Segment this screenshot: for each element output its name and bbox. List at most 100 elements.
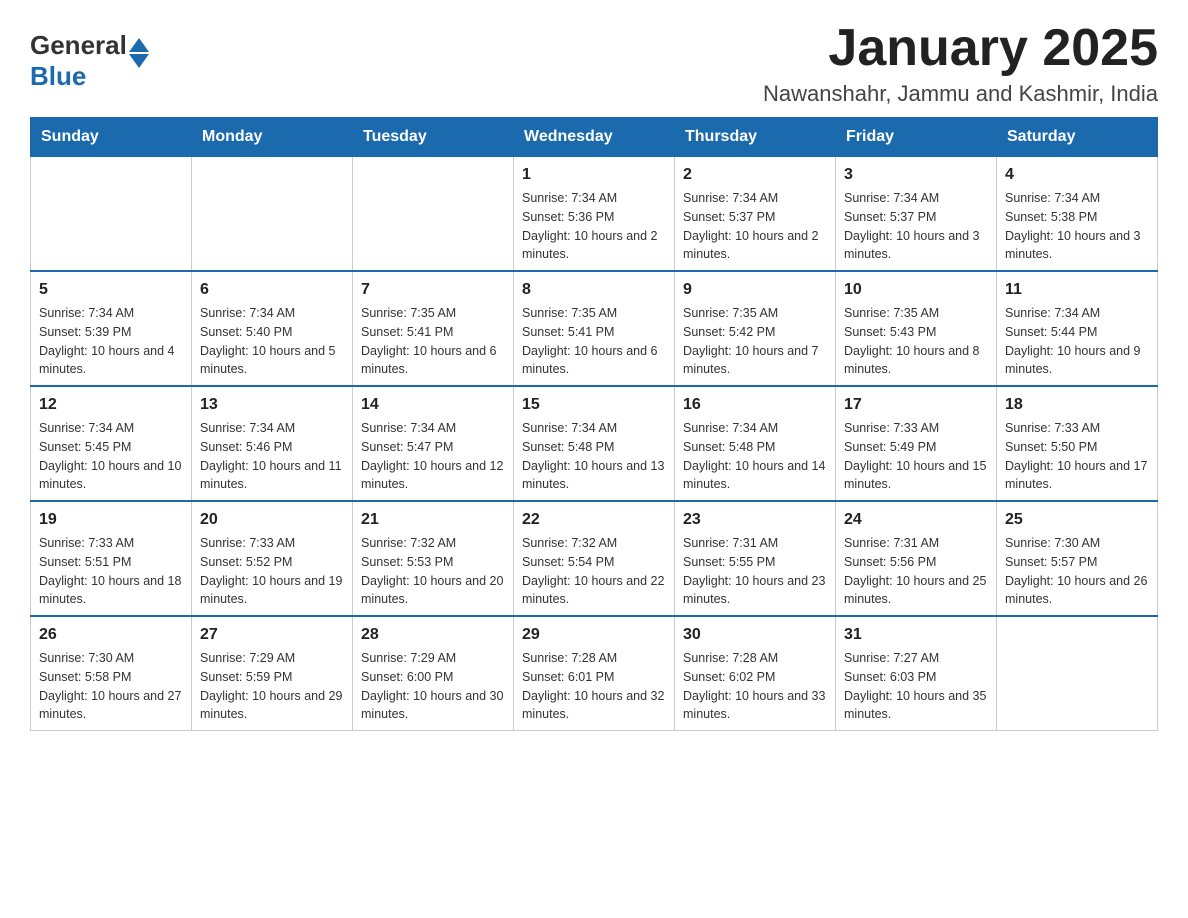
day-info: Sunrise: 7:33 AMSunset: 5:49 PMDaylight:… <box>844 419 988 494</box>
day-number: 15 <box>522 393 666 417</box>
calendar-cell: 19Sunrise: 7:33 AMSunset: 5:51 PMDayligh… <box>31 501 192 616</box>
calendar-cell: 25Sunrise: 7:30 AMSunset: 5:57 PMDayligh… <box>997 501 1158 616</box>
day-info: Sunrise: 7:34 AMSunset: 5:46 PMDaylight:… <box>200 419 344 494</box>
day-info: Sunrise: 7:34 AMSunset: 5:39 PMDaylight:… <box>39 304 183 379</box>
day-number: 18 <box>1005 393 1149 417</box>
calendar-week-row: 19Sunrise: 7:33 AMSunset: 5:51 PMDayligh… <box>31 501 1158 616</box>
calendar-cell <box>353 157 514 272</box>
calendar-cell: 15Sunrise: 7:34 AMSunset: 5:48 PMDayligh… <box>514 386 675 501</box>
day-number: 25 <box>1005 508 1149 532</box>
day-info: Sunrise: 7:34 AMSunset: 5:36 PMDaylight:… <box>522 189 666 264</box>
day-number: 14 <box>361 393 505 417</box>
day-number: 10 <box>844 278 988 302</box>
day-number: 1 <box>522 163 666 187</box>
day-info: Sunrise: 7:34 AMSunset: 5:37 PMDaylight:… <box>844 189 988 264</box>
day-number: 13 <box>200 393 344 417</box>
calendar-cell: 31Sunrise: 7:27 AMSunset: 6:03 PMDayligh… <box>836 616 997 731</box>
calendar-cell: 21Sunrise: 7:32 AMSunset: 5:53 PMDayligh… <box>353 501 514 616</box>
calendar-cell <box>997 616 1158 731</box>
day-info: Sunrise: 7:28 AMSunset: 6:02 PMDaylight:… <box>683 649 827 724</box>
day-of-week-header: Sunday <box>31 118 192 157</box>
day-number: 30 <box>683 623 827 647</box>
day-number: 19 <box>39 508 183 532</box>
calendar-cell: 6Sunrise: 7:34 AMSunset: 5:40 PMDaylight… <box>192 271 353 386</box>
calendar-cell: 29Sunrise: 7:28 AMSunset: 6:01 PMDayligh… <box>514 616 675 731</box>
calendar-cell: 24Sunrise: 7:31 AMSunset: 5:56 PMDayligh… <box>836 501 997 616</box>
day-number: 8 <box>522 278 666 302</box>
day-number: 7 <box>361 278 505 302</box>
day-number: 16 <box>683 393 827 417</box>
day-number: 31 <box>844 623 988 647</box>
day-of-week-header: Friday <box>836 118 997 157</box>
calendar-cell: 10Sunrise: 7:35 AMSunset: 5:43 PMDayligh… <box>836 271 997 386</box>
calendar-week-row: 5Sunrise: 7:34 AMSunset: 5:39 PMDaylight… <box>31 271 1158 386</box>
day-number: 26 <box>39 623 183 647</box>
calendar-cell: 3Sunrise: 7:34 AMSunset: 5:37 PMDaylight… <box>836 157 997 272</box>
day-info: Sunrise: 7:30 AMSunset: 5:57 PMDaylight:… <box>1005 534 1149 609</box>
day-info: Sunrise: 7:34 AMSunset: 5:48 PMDaylight:… <box>522 419 666 494</box>
calendar-cell <box>31 157 192 272</box>
day-info: Sunrise: 7:32 AMSunset: 5:54 PMDaylight:… <box>522 534 666 609</box>
calendar-cell: 13Sunrise: 7:34 AMSunset: 5:46 PMDayligh… <box>192 386 353 501</box>
calendar-cell: 9Sunrise: 7:35 AMSunset: 5:42 PMDaylight… <box>675 271 836 386</box>
calendar-cell: 14Sunrise: 7:34 AMSunset: 5:47 PMDayligh… <box>353 386 514 501</box>
day-info: Sunrise: 7:27 AMSunset: 6:03 PMDaylight:… <box>844 649 988 724</box>
day-of-week-header: Monday <box>192 118 353 157</box>
calendar-header-row: SundayMondayTuesdayWednesdayThursdayFrid… <box>31 118 1158 157</box>
day-number: 24 <box>844 508 988 532</box>
calendar-cell: 4Sunrise: 7:34 AMSunset: 5:38 PMDaylight… <box>997 157 1158 272</box>
day-number: 3 <box>844 163 988 187</box>
calendar-cell: 30Sunrise: 7:28 AMSunset: 6:02 PMDayligh… <box>675 616 836 731</box>
day-info: Sunrise: 7:30 AMSunset: 5:58 PMDaylight:… <box>39 649 183 724</box>
calendar-cell: 11Sunrise: 7:34 AMSunset: 5:44 PMDayligh… <box>997 271 1158 386</box>
calendar-cell: 22Sunrise: 7:32 AMSunset: 5:54 PMDayligh… <box>514 501 675 616</box>
logo-triangle-down-icon <box>129 54 149 68</box>
day-info: Sunrise: 7:35 AMSunset: 5:42 PMDaylight:… <box>683 304 827 379</box>
day-info: Sunrise: 7:33 AMSunset: 5:51 PMDaylight:… <box>39 534 183 609</box>
calendar-cell: 20Sunrise: 7:33 AMSunset: 5:52 PMDayligh… <box>192 501 353 616</box>
day-info: Sunrise: 7:33 AMSunset: 5:52 PMDaylight:… <box>200 534 344 609</box>
day-number: 9 <box>683 278 827 302</box>
day-info: Sunrise: 7:35 AMSunset: 5:41 PMDaylight:… <box>361 304 505 379</box>
day-number: 5 <box>39 278 183 302</box>
calendar-cell: 28Sunrise: 7:29 AMSunset: 6:00 PMDayligh… <box>353 616 514 731</box>
day-of-week-header: Wednesday <box>514 118 675 157</box>
calendar-cell: 17Sunrise: 7:33 AMSunset: 5:49 PMDayligh… <box>836 386 997 501</box>
calendar-cell: 12Sunrise: 7:34 AMSunset: 5:45 PMDayligh… <box>31 386 192 501</box>
calendar-cell: 5Sunrise: 7:34 AMSunset: 5:39 PMDaylight… <box>31 271 192 386</box>
day-info: Sunrise: 7:33 AMSunset: 5:50 PMDaylight:… <box>1005 419 1149 494</box>
day-info: Sunrise: 7:29 AMSunset: 6:00 PMDaylight:… <box>361 649 505 724</box>
calendar-cell: 1Sunrise: 7:34 AMSunset: 5:36 PMDaylight… <box>514 157 675 272</box>
calendar-cell: 23Sunrise: 7:31 AMSunset: 5:55 PMDayligh… <box>675 501 836 616</box>
day-info: Sunrise: 7:31 AMSunset: 5:56 PMDaylight:… <box>844 534 988 609</box>
day-info: Sunrise: 7:34 AMSunset: 5:47 PMDaylight:… <box>361 419 505 494</box>
day-info: Sunrise: 7:31 AMSunset: 5:55 PMDaylight:… <box>683 534 827 609</box>
day-of-week-header: Thursday <box>675 118 836 157</box>
calendar-week-row: 12Sunrise: 7:34 AMSunset: 5:45 PMDayligh… <box>31 386 1158 501</box>
day-info: Sunrise: 7:34 AMSunset: 5:45 PMDaylight:… <box>39 419 183 494</box>
calendar-table: SundayMondayTuesdayWednesdayThursdayFrid… <box>30 117 1158 731</box>
calendar-cell: 16Sunrise: 7:34 AMSunset: 5:48 PMDayligh… <box>675 386 836 501</box>
title-area: January 2025 Nawanshahr, Jammu and Kashm… <box>763 20 1158 107</box>
day-number: 29 <box>522 623 666 647</box>
calendar-week-row: 1Sunrise: 7:34 AMSunset: 5:36 PMDaylight… <box>31 157 1158 272</box>
day-info: Sunrise: 7:34 AMSunset: 5:40 PMDaylight:… <box>200 304 344 379</box>
day-info: Sunrise: 7:35 AMSunset: 5:43 PMDaylight:… <box>844 304 988 379</box>
day-number: 21 <box>361 508 505 532</box>
calendar-cell: 18Sunrise: 7:33 AMSunset: 5:50 PMDayligh… <box>997 386 1158 501</box>
calendar-cell: 26Sunrise: 7:30 AMSunset: 5:58 PMDayligh… <box>31 616 192 731</box>
calendar-cell <box>192 157 353 272</box>
day-number: 4 <box>1005 163 1149 187</box>
day-info: Sunrise: 7:34 AMSunset: 5:48 PMDaylight:… <box>683 419 827 494</box>
day-number: 17 <box>844 393 988 417</box>
logo-triangle-up-icon <box>129 38 149 52</box>
day-number: 23 <box>683 508 827 532</box>
day-info: Sunrise: 7:34 AMSunset: 5:44 PMDaylight:… <box>1005 304 1149 379</box>
calendar-week-row: 26Sunrise: 7:30 AMSunset: 5:58 PMDayligh… <box>31 616 1158 731</box>
day-number: 6 <box>200 278 344 302</box>
day-number: 27 <box>200 623 344 647</box>
month-title: January 2025 <box>763 20 1158 77</box>
day-of-week-header: Saturday <box>997 118 1158 157</box>
day-info: Sunrise: 7:28 AMSunset: 6:01 PMDaylight:… <box>522 649 666 724</box>
logo: General Blue <box>30 30 149 92</box>
